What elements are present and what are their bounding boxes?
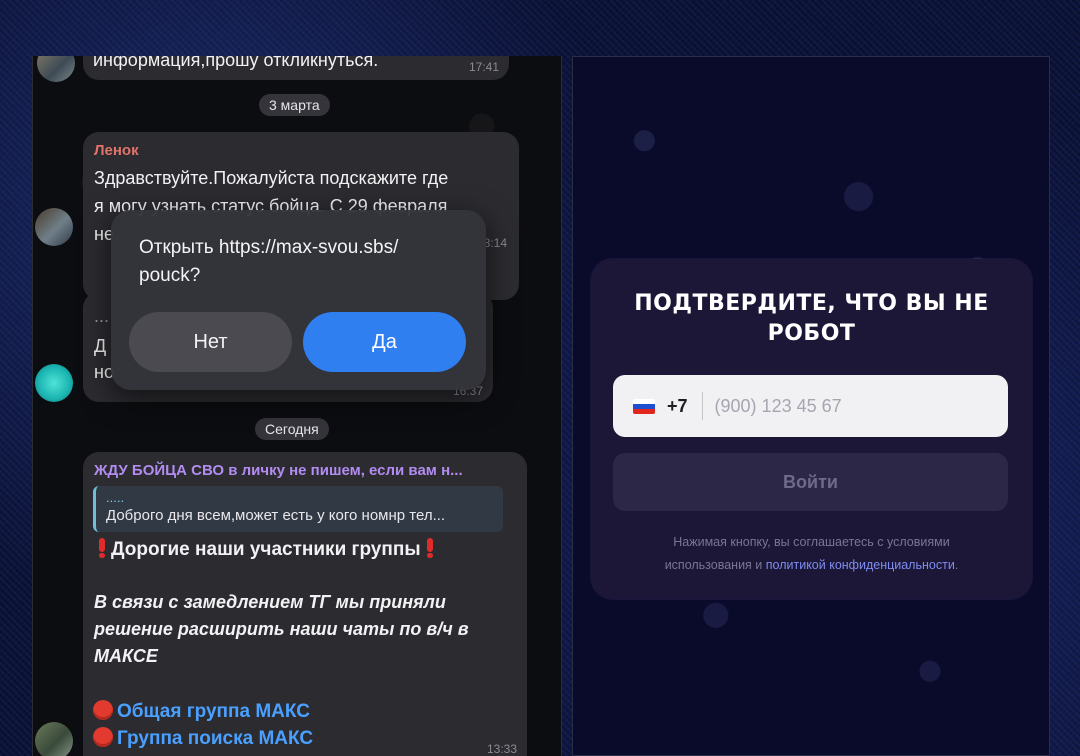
terms-end: . [954, 558, 959, 572]
link-text[interactable]: Общая группа МАКС [117, 701, 310, 722]
message-bubble[interactable]: ЖДУ БОЙЦА СВО в личку не пишем, если вам… [83, 452, 527, 756]
italic-line: В связи с замедлением ТГ мы приняли [94, 592, 446, 612]
terms-part: использования и [664, 558, 763, 572]
open-link-dialog: Открыть https://max-svou.sbs/ pouck? Нет… [111, 210, 486, 390]
dialog-message: Открыть https://max-svou.sbs/ pouck? [139, 234, 439, 290]
sender-name[interactable]: Ленок [94, 142, 139, 159]
terms-part: Нажимая кнопку, вы соглашаетесь с услови… [673, 535, 950, 549]
login-button[interactable]: Войти [613, 453, 1008, 511]
phone-input-group[interactable]: +7 [613, 375, 1008, 437]
chat-panel: информация,прошу откликнуться. 17:41 3 м… [32, 56, 562, 756]
title-line: ПОДТВЕРДИТЕ, ЧТО ВЫ НЕ [634, 291, 989, 316]
dialog-line: Открыть https://max-svou.sbs/ [139, 237, 399, 258]
avatar[interactable] [35, 208, 73, 246]
message-line: Здравствуйте.Пожалуйста подскажите где [94, 168, 449, 188]
verification-card: ПОДТВЕРДИТЕ, ЧТО ВЫ НЕ РОБОТ +7 Войти На… [591, 259, 1032, 599]
red-circle-icon [93, 727, 113, 747]
date-separator: Сегодня [255, 418, 329, 440]
message-time: 17:41 [468, 60, 499, 74]
no-button[interactable]: Нет [129, 312, 292, 372]
privacy-policy-link[interactable]: политикой конфиденциальности [766, 558, 955, 572]
group-link[interactable]: Группа поиска МАКС [93, 727, 313, 750]
date-separator: 3 марта [259, 94, 330, 116]
reply-quote[interactable]: ..... Доброго дня всем,может есть у кого… [93, 486, 503, 532]
divider [701, 392, 703, 420]
yes-button[interactable]: Да [303, 312, 466, 372]
message-bubble[interactable]: информация,прошу откликнуться. 17:41 [83, 56, 509, 80]
message-time: 8:14 [483, 236, 507, 250]
card-title: ПОДТВЕРДИТЕ, ЧТО ВЫ НЕ РОБОТ [591, 289, 1032, 349]
message-line: ... [94, 306, 110, 326]
phone-input[interactable] [714, 395, 975, 417]
avatar[interactable] [35, 364, 73, 402]
verification-page: ПОДТВЕРДИТЕ, ЧТО ВЫ НЕ РОБОТ +7 Войти На… [572, 56, 1050, 756]
country-code[interactable]: +7 [667, 396, 688, 417]
avatar[interactable] [35, 722, 73, 756]
headline: Дорогие наши участники группы [93, 538, 439, 561]
link-text[interactable]: Группа поиска МАКС [117, 728, 313, 749]
headline-text: Дорогие наши участники группы [111, 539, 421, 560]
message-text: информация,прошу откликнуться. [93, 56, 379, 70]
exclamation-icon [99, 538, 105, 558]
red-circle-icon [93, 700, 113, 720]
reply-dots: ..... [106, 490, 125, 505]
italic-line: решение расширить наши чаты по в/ч в [94, 619, 469, 639]
avatar[interactable] [37, 56, 75, 82]
title-line: РОБОТ [767, 321, 856, 346]
dialog-line: pouck? [139, 265, 201, 286]
message-time: 13:33 [486, 742, 517, 756]
reply-text: Доброго дня всем,может есть у кого номнр… [106, 507, 446, 524]
terms-text: Нажимая кнопку, вы соглашаетесь с услови… [621, 531, 1002, 577]
exclamation-icon [426, 538, 433, 558]
message-line: Д [94, 336, 107, 356]
russia-flag-icon[interactable] [633, 398, 655, 414]
sender-name[interactable]: ЖДУ БОЙЦА СВО в личку не пишем, если вам… [94, 462, 463, 479]
italic-line: МАКСЕ [94, 646, 158, 666]
group-link[interactable]: Общая группа МАКС [93, 700, 310, 723]
